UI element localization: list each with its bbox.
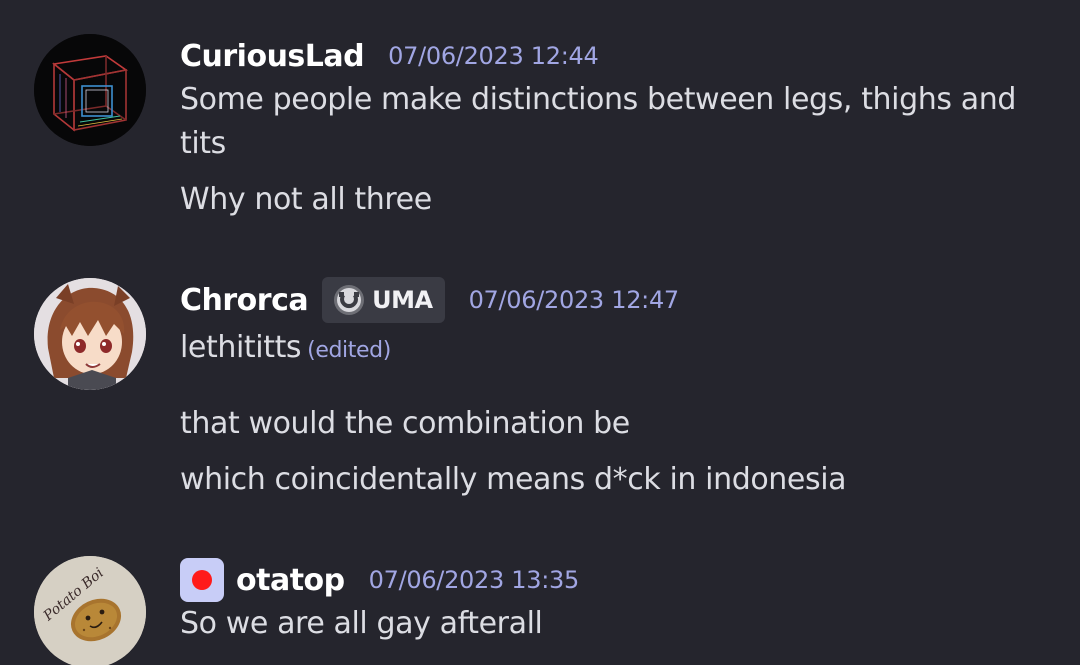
chat-message-list: CuriousLad 07/06/2023 12:44 Some people … xyxy=(0,0,1080,665)
username[interactable]: otatop xyxy=(236,563,345,598)
red-dot-icon xyxy=(180,558,224,602)
message-text: So we are all gay afterall xyxy=(180,606,543,641)
potato-icon: Potato Boi xyxy=(34,556,146,665)
avatar[interactable]: Potato Boi xyxy=(34,556,146,665)
timestamp[interactable]: 07/06/2023 13:35 xyxy=(369,566,580,594)
message-group-otatop: Potato Boi otatop 07/06/2023 13:35 So we… xyxy=(0,0,1080,665)
